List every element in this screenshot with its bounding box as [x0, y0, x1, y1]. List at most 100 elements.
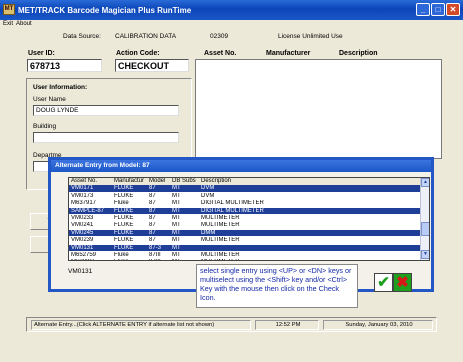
user-name-field[interactable]: DOUG LYNDE [33, 105, 179, 116]
grid-cell-desc: DIGITAL MULTIMETER [201, 200, 264, 207]
menu-item-about[interactable]: About [16, 21, 32, 27]
grid-col-manufacturer[interactable]: Manufacturer [114, 178, 144, 185]
grid-row[interactable]: VM0241 FLUKE 87 MT MULTIMETER [69, 222, 421, 229]
grid-col-model[interactable]: Model [149, 178, 165, 185]
grid-cell-desc: MULTIMETER [201, 252, 240, 258]
grid-cell-desc: DIGITAL MULTIMETER [201, 207, 264, 214]
app-icon: MT [3, 4, 15, 15]
action-code-field[interactable]: CHECKOUT [115, 59, 189, 72]
grid-cell-mfr: FLUKE [114, 237, 134, 244]
grid-cell-asset: VM0171 [71, 185, 94, 192]
action-code-label: Action Code: [116, 50, 160, 57]
grid-row[interactable]: VM0131 FLUKE 87-3 MT [69, 244, 421, 252]
grid-cell-mfr: FLUKE [114, 192, 134, 199]
grid-cell-subset: MT [172, 192, 181, 199]
user-id-field[interactable]: 678713 [27, 59, 102, 72]
col-header-manufacturer: Manufacturer [266, 50, 311, 57]
header-code: 02309 [210, 33, 229, 40]
grid-cell-mfr: FLUKE [114, 229, 134, 236]
grid-col-asset-no[interactable]: Asset No. [71, 178, 109, 185]
grid-cell-asset: VM0233 [71, 215, 94, 221]
window-title: MET/TRACK Barcode Magician Plus RunTime [18, 6, 192, 15]
grid-cell-asset: VM0131 [71, 244, 94, 251]
grid-cell-model: 87 [149, 185, 156, 192]
status-date: Sunday, January 03, 2010 [323, 320, 433, 330]
grid-cell-subset: MT [172, 237, 181, 244]
grid-cell-subset: MT [172, 215, 181, 221]
grid-header-row: Asset No. Manufacturer Model DB Subset D… [69, 178, 421, 185]
menu-bar: Exit About [0, 20, 463, 30]
window-titlebar: MT MET/TRACK Barcode Magician Plus RunTi… [0, 0, 463, 20]
grid-cell-model: 87 [149, 222, 156, 229]
user-name-label: User Name [33, 96, 66, 103]
building-label: Building [33, 123, 57, 130]
grid-cell-subset: MT [172, 252, 181, 258]
close-button[interactable]: ✕ [446, 3, 460, 16]
grid-cell-desc: MULTIMETER [201, 215, 240, 221]
grid-cell-model: 87III [149, 252, 161, 258]
data-source-value: CALIBRATION DATA [115, 33, 177, 40]
user-id-label: User ID: [28, 50, 55, 57]
grid-cell-mfr: FLUKE [114, 244, 134, 251]
grid-row[interactable]: M652759 Fluke 87III MT MULTIMETER [69, 252, 421, 259]
col-header-description: Description [339, 50, 378, 57]
grid-cell-subset: MT [172, 259, 196, 260]
grid-cell-mfr: Fluke [114, 259, 144, 260]
check-icon-button[interactable]: ✔ [374, 273, 393, 292]
grid-col-description[interactable]: Description [201, 178, 421, 185]
grid-cell-asset: VM0241 [71, 222, 94, 229]
results-list[interactable] [195, 59, 442, 159]
grid-cell-subset: MT [172, 185, 181, 192]
grid-row[interactable]: M637917 Fluke 87 MT DIGITAL MULTIMETER [69, 200, 421, 207]
grid-cell-model: 87 [149, 215, 156, 221]
menu-item-exit[interactable]: Exit [3, 21, 13, 27]
grid-cell-model: 87 [149, 207, 156, 214]
grid-row[interactable]: VM0245 FLUKE 87 MT DMM [69, 229, 421, 237]
grid-cell-desc: DMM [201, 229, 216, 236]
grid-row[interactable]: M630865 Fluke 87III MT MULTIMETER [69, 259, 421, 260]
maximize-button[interactable]: □ [431, 3, 445, 16]
license-text: License Unlimited Use [278, 33, 343, 40]
grid-cell-subset: MT [172, 207, 181, 214]
building-field[interactable] [33, 132, 179, 143]
grid-cell-asset: M637917 [71, 200, 97, 207]
grid-scrollbar[interactable]: ▲ ▼ [420, 178, 429, 260]
grid-row[interactable]: SAMPLE-87 FLUKE 87 MT DIGITAL MULTIMETER [69, 207, 421, 215]
grid-cell-desc: DVM [201, 185, 215, 192]
grid-col-db-subset[interactable]: DB Subset [172, 178, 196, 185]
grid-cell-mfr: FLUKE [114, 207, 134, 214]
grid-cell-mfr: Fluke [114, 252, 129, 258]
status-bar: Alternate Entry...(Click ALTERNATE ENTRY… [26, 317, 437, 332]
grid-cell-asset: SAMPLE-87 [71, 207, 105, 214]
grid-cell-asset: VM0245 [71, 229, 94, 236]
data-source-label: Data Source: [63, 33, 101, 40]
grid-cell-subset: MT [172, 244, 181, 251]
minimize-button[interactable]: _ [416, 3, 430, 16]
scroll-thumb[interactable] [421, 222, 429, 236]
grid-cell-mfr: FLUKE [114, 185, 134, 192]
status-time: 12:52 PM [255, 320, 319, 330]
grid-row[interactable]: VM0173 FLUKE 87 MT DVM [69, 193, 421, 200]
grid-cell-model: 87 [149, 192, 156, 199]
grid-row[interactable]: VM0233 FLUKE 87 MT MULTIMETER [69, 215, 421, 222]
status-message: Alternate Entry...(Click ALTERNATE ENTRY… [31, 320, 251, 330]
col-header-asset-no: Asset No. [204, 50, 237, 57]
grid-cell-model: 87III [149, 259, 165, 260]
grid-cell-desc: MULTIMETER [201, 222, 240, 229]
alternate-entry-dialog: Alternate Entry from Model: 87 Asset No.… [48, 157, 434, 308]
grid-cell-asset: M652759 [71, 252, 97, 258]
grid-row[interactable]: VM0171 FLUKE 87 MT DVM [69, 185, 421, 192]
grid-cell-model: 87-3 [149, 244, 162, 251]
scroll-down-icon[interactable]: ▼ [421, 250, 429, 259]
grid-row[interactable]: VM0239 FLUKE 87 MT MULTIMETER [69, 237, 421, 244]
grid-cell-subset: MT [172, 222, 181, 229]
grid-cell-mfr: Fluke [114, 200, 129, 207]
grid-cell-asset: M630865 [71, 259, 109, 260]
alternate-entry-grid[interactable]: Asset No. Manufacturer Model DB Subset D… [68, 177, 430, 261]
cancel-icon-button[interactable]: ✖ [393, 273, 412, 292]
grid-cell-desc: DVM [201, 192, 215, 199]
grid-cell-subset: MT [172, 200, 181, 207]
scroll-up-icon[interactable]: ▲ [421, 178, 429, 187]
instructions-text: select single entry using <UP> or <DN> k… [196, 264, 358, 308]
grid-cell-mfr: FLUKE [114, 215, 134, 221]
